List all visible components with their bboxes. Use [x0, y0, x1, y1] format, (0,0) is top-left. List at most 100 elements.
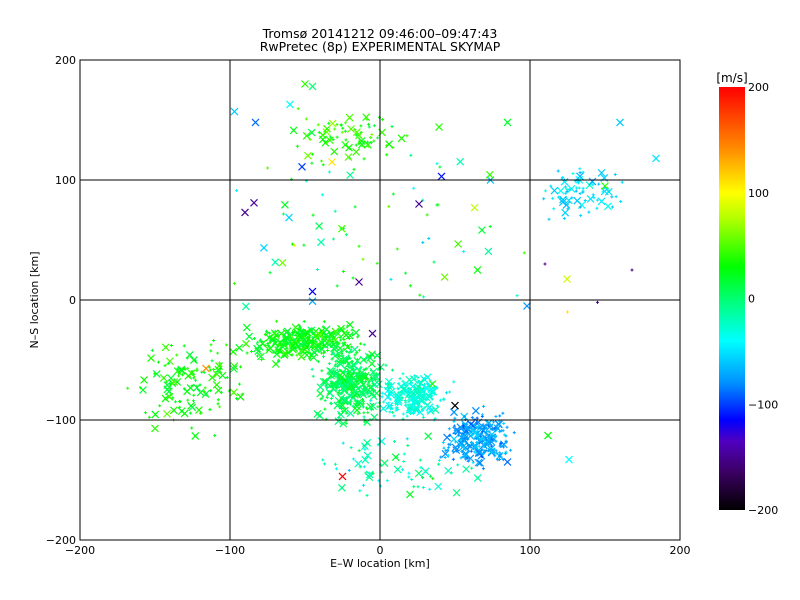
data-point-plus	[381, 117, 385, 121]
skymap-chart: Tromsø 20141212 09:46:00–09:47:43 RwPret…	[28, 26, 778, 570]
data-point-plus	[334, 467, 338, 471]
data-point-cross	[308, 287, 317, 296]
data-point-plus	[389, 277, 393, 281]
data-point-plus	[329, 396, 333, 400]
data-point-plus	[358, 489, 362, 493]
data-point-plus	[346, 324, 350, 328]
data-point-plus	[322, 355, 326, 359]
data-point-plus	[351, 457, 355, 461]
data-point-plus	[578, 171, 582, 175]
data-point-plus	[202, 390, 206, 394]
data-point-plus	[571, 171, 575, 175]
data-point-plus	[351, 276, 355, 280]
data-point-cross	[597, 197, 606, 206]
chart-subtitle: RwPretec (8p) EXPERIMENTAL SKYMAP	[260, 39, 501, 54]
data-point-plus	[333, 127, 337, 131]
data-point-cross	[345, 113, 354, 122]
data-point-plus	[390, 368, 394, 372]
data-point-plus	[150, 348, 154, 352]
data-point-plus	[477, 444, 481, 448]
data-point-cross	[421, 467, 430, 476]
data-point-plus	[209, 349, 213, 353]
data-point-cross	[151, 424, 159, 433]
data-point-plus	[583, 198, 587, 202]
data-point-cross	[435, 123, 443, 131]
data-point-plus	[213, 434, 217, 438]
data-point-cross	[250, 198, 258, 207]
data-point-plus	[542, 197, 546, 201]
data-point-cross	[316, 389, 325, 398]
data-point-plus	[515, 294, 519, 298]
data-point-cross	[315, 411, 324, 420]
data-point-plus	[224, 343, 228, 347]
colorbar-tick-label: −200	[748, 504, 778, 517]
data-point-cross	[139, 386, 147, 394]
data-point-plus	[255, 354, 259, 358]
data-point-cross	[242, 302, 250, 311]
data-point-plus	[406, 443, 410, 447]
data-point-plus	[302, 319, 306, 323]
data-point-plus	[320, 369, 324, 373]
data-point-cross	[242, 339, 250, 348]
data-point-plus	[509, 448, 513, 452]
data-point-cross	[434, 482, 443, 491]
data-point-cross	[202, 364, 210, 373]
data-point-plus	[362, 343, 366, 347]
data-point-cross	[414, 469, 423, 478]
data-point-plus	[384, 363, 388, 367]
data-point-cross	[484, 247, 493, 256]
data-point-cross	[586, 195, 595, 203]
data-point-cross	[342, 331, 350, 339]
data-point-plus	[522, 251, 526, 255]
data-point-cross	[196, 388, 205, 397]
data-point-plus	[304, 117, 308, 121]
data-point-plus	[408, 284, 412, 288]
data-point-plus	[147, 415, 151, 419]
data-point-plus	[266, 166, 270, 170]
data-point-cross	[289, 126, 298, 135]
data-point-plus	[333, 209, 337, 213]
data-point-plus	[352, 167, 356, 171]
data-point-plus	[245, 351, 249, 355]
data-point-plus	[613, 173, 617, 177]
data-point-plus	[296, 107, 300, 111]
data-point-cross	[159, 374, 168, 382]
data-point-plus	[407, 471, 411, 475]
data-point-cross	[556, 186, 565, 195]
data-point-plus	[375, 261, 379, 265]
data-point-plus	[190, 426, 194, 430]
data-point-plus	[578, 191, 582, 195]
data-point-cross	[544, 431, 552, 440]
data-point-plus	[203, 386, 207, 390]
data-point-cross	[523, 302, 531, 310]
grid-lines	[80, 60, 680, 540]
data-point-plus	[181, 373, 185, 377]
data-point-plus	[327, 170, 331, 174]
colorbar	[719, 87, 745, 510]
data-point-cross	[241, 208, 249, 217]
data-point-plus	[335, 135, 339, 139]
data-point-plus	[610, 205, 614, 209]
data-point-plus	[437, 462, 441, 466]
data-point-cross	[462, 465, 471, 474]
data-point-plus	[596, 300, 599, 304]
data-point-plus	[157, 360, 161, 364]
data-point-plus	[382, 400, 386, 404]
data-point-plus	[275, 319, 279, 323]
data-point-plus	[462, 249, 466, 253]
data-point-plus	[565, 203, 569, 207]
data-point-cross	[652, 154, 660, 163]
data-point-plus	[547, 217, 551, 221]
data-point-plus	[610, 195, 614, 199]
data-point-cross	[368, 329, 377, 338]
data-point-cross	[573, 196, 582, 205]
data-point-plus	[169, 343, 173, 347]
data-point-plus	[347, 468, 351, 472]
data-point-cross	[370, 380, 379, 389]
data-point-cross	[561, 208, 570, 217]
data-point-plus	[482, 404, 486, 408]
data-point-plus	[405, 414, 409, 418]
data-point-plus	[209, 389, 213, 393]
data-point-plus	[311, 374, 315, 378]
data-point-plus	[512, 431, 516, 435]
